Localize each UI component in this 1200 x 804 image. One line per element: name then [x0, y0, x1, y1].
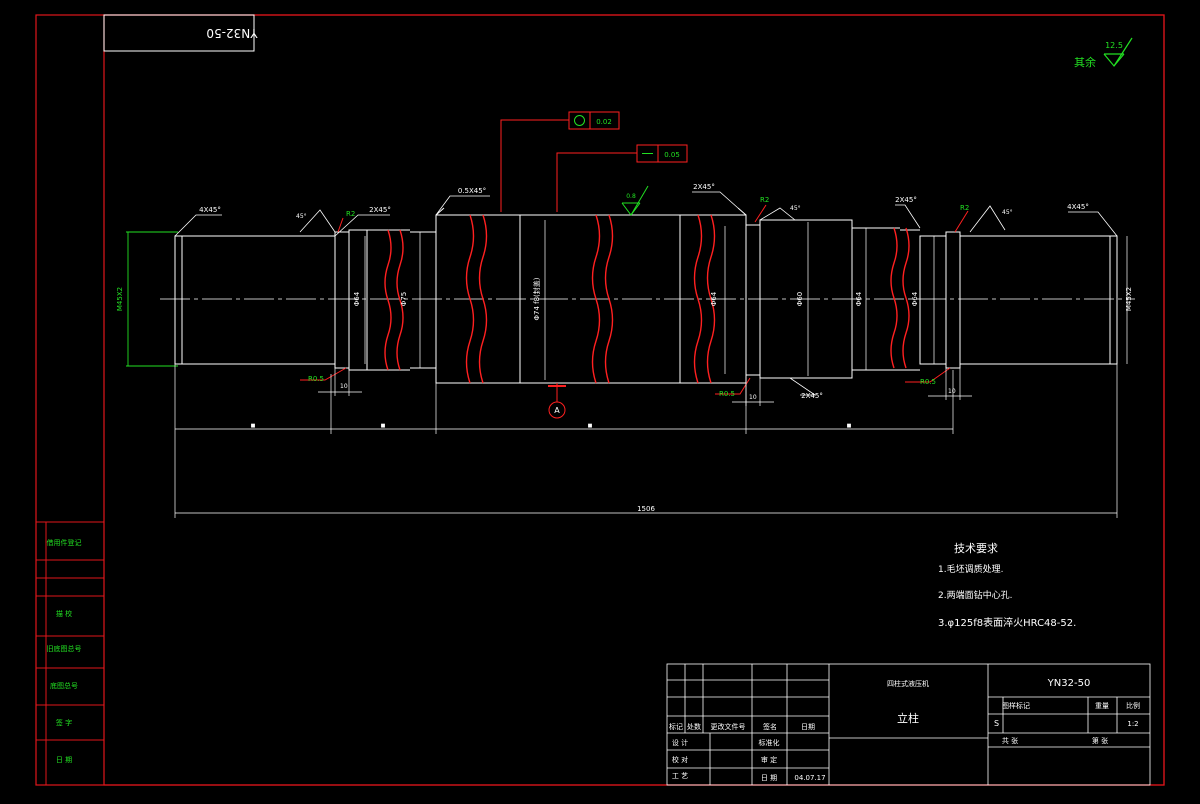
chamfer-leaders: [174, 191, 1118, 396]
svg-text:2X45°: 2X45°: [693, 183, 715, 191]
concentricity-icon: [574, 115, 585, 126]
dia-label: Φ75: [400, 292, 408, 306]
svg-text:标记: 标记: [669, 722, 683, 731]
dia-label: Φ74 f8(封盖): [532, 277, 541, 320]
svg-text:R0.5: R0.5: [308, 375, 324, 383]
dia-label: Φ64: [710, 291, 718, 306]
svg-text:处数: 处数: [687, 722, 701, 731]
svg-text:第 张: 第 张: [1092, 736, 1108, 745]
thread-label: M45X2: [116, 287, 124, 311]
undercut-dims: [318, 368, 972, 406]
svg-text:审 定: 审 定: [761, 755, 777, 764]
svg-text:10: 10: [749, 394, 757, 401]
svg-text:日期: 日期: [801, 723, 815, 731]
svg-text:共 张: 共 张: [1002, 736, 1018, 745]
side-table: [36, 521, 104, 785]
svg-text:比例: 比例: [1126, 701, 1140, 710]
svg-text:10: 10: [948, 388, 956, 395]
svg-text:■: ■: [847, 423, 852, 429]
svg-text:0.8: 0.8: [626, 193, 636, 200]
svg-text:R2: R2: [960, 204, 969, 212]
segment-labels: ■ ■ ■ ■: [251, 423, 852, 429]
svg-text:日 期: 日 期: [56, 756, 72, 764]
svg-text:标准化: 标准化: [759, 738, 780, 747]
overall-length: 1506: [637, 505, 655, 513]
svg-text:45°: 45°: [296, 213, 307, 220]
svg-text:■: ■: [251, 423, 256, 429]
tolerance-frame-2: 0.05: [556, 144, 688, 212]
dia-label: Φ64: [911, 291, 919, 306]
dia-label: M45X2: [1125, 287, 1133, 311]
undercut-labels: 10 10 10: [340, 383, 956, 401]
dia-label: Φ64: [353, 291, 361, 306]
svg-text:45°: 45°: [790, 205, 801, 212]
segment-dims: [174, 364, 1118, 518]
cad-drawing-canvas: YN32-50 其余 12.5 Φ64 Φ75 Φ74 f8(封盖) Φ64 Φ…: [0, 0, 1200, 800]
svg-text:0.05: 0.05: [664, 151, 680, 159]
tolerance-frame-1: 0.02: [500, 111, 620, 212]
svg-text:2X45°: 2X45°: [801, 392, 823, 400]
code-box-text: YN32-50: [206, 26, 258, 40]
svg-text:签名: 签名: [763, 722, 777, 731]
svg-text:描 校: 描 校: [56, 609, 72, 618]
angle-labels: 45° 45° 45°: [296, 205, 1013, 220]
svg-text:■: ■: [381, 423, 386, 429]
svg-text:4X45°: 4X45°: [199, 206, 221, 214]
requirement-item: 3.φ125f8表面淬火HRC48-52.: [938, 616, 1076, 629]
svg-text:重量: 重量: [1095, 702, 1109, 710]
svg-text:2X45°: 2X45°: [895, 196, 917, 204]
side-table-labels: 借用件登记 描 校 旧底图总号 底图总号 签 字 日 期: [47, 538, 82, 764]
svg-text:设 计: 设 计: [672, 738, 688, 747]
svg-text:签 字: 签 字: [56, 718, 72, 727]
shaft-outline: [174, 207, 1118, 384]
title-block-left-text: 标记 处数 更改文件号 签名 日期 设 计 标准化 校 对 审 定 工 艺 日 …: [669, 722, 826, 782]
svg-text:A: A: [554, 406, 560, 415]
material-title: 四柱式液压机: [887, 679, 929, 688]
requirements-heading: 技术要求: [954, 542, 998, 555]
inner-border: [103, 14, 1165, 786]
outer-border: [35, 14, 1165, 786]
svg-text:R2: R2: [346, 210, 355, 218]
svg-text:更改文件号: 更改文件号: [711, 722, 746, 731]
dia-label: Φ60: [796, 292, 804, 306]
drawing-code: YN32-50: [1047, 678, 1091, 689]
requirement-item: 1.毛坯调质处理.: [938, 563, 1003, 575]
svg-text:工 艺: 工 艺: [672, 772, 688, 780]
svg-text:校 对: 校 对: [672, 755, 688, 764]
chamfer-labels: 4X45° 2X45° 0.5X45° 2X45° 2X45° 2X45° 4X…: [199, 183, 1089, 400]
svg-text:2X45°: 2X45°: [369, 206, 391, 214]
svg-text:04.07.17: 04.07.17: [794, 774, 825, 782]
svg-text:底图总号: 底图总号: [50, 681, 78, 690]
part-name: 立柱: [897, 711, 919, 725]
svg-text:10: 10: [340, 383, 348, 390]
svg-text:R0.5: R0.5: [920, 378, 936, 386]
svg-text:借用件登记: 借用件登记: [47, 538, 82, 547]
svg-text:■: ■: [588, 423, 593, 429]
svg-text:旧底图总号: 旧底图总号: [47, 644, 82, 653]
dia-label: Φ64: [855, 291, 863, 306]
svg-text:R2: R2: [760, 196, 769, 204]
mark-value: S: [994, 719, 999, 728]
svg-text:0.02: 0.02: [596, 118, 612, 126]
svg-text:图样标记: 图样标记: [1002, 701, 1030, 710]
scale-value: 1:2: [1127, 720, 1138, 728]
svg-text:45°: 45°: [1002, 209, 1013, 216]
datum-marker: A: [548, 383, 566, 419]
svg-text:0.5X45°: 0.5X45°: [458, 187, 486, 195]
drawing-svg: YN32-50 其余 12.5 Φ64 Φ75 Φ74 f8(封盖) Φ64 Φ…: [35, 14, 1165, 786]
svg-text:4X45°: 4X45°: [1067, 203, 1089, 211]
roughness-note: 其余: [1074, 55, 1096, 69]
requirement-item: 2.两端面钻中心孔.: [938, 589, 1012, 601]
roughness-body-symbol: 0.8: [621, 185, 649, 216]
svg-text:日 期: 日 期: [761, 774, 777, 782]
svg-text:R0.5: R0.5: [719, 390, 735, 398]
roughness-other: 12.5: [1105, 41, 1123, 50]
